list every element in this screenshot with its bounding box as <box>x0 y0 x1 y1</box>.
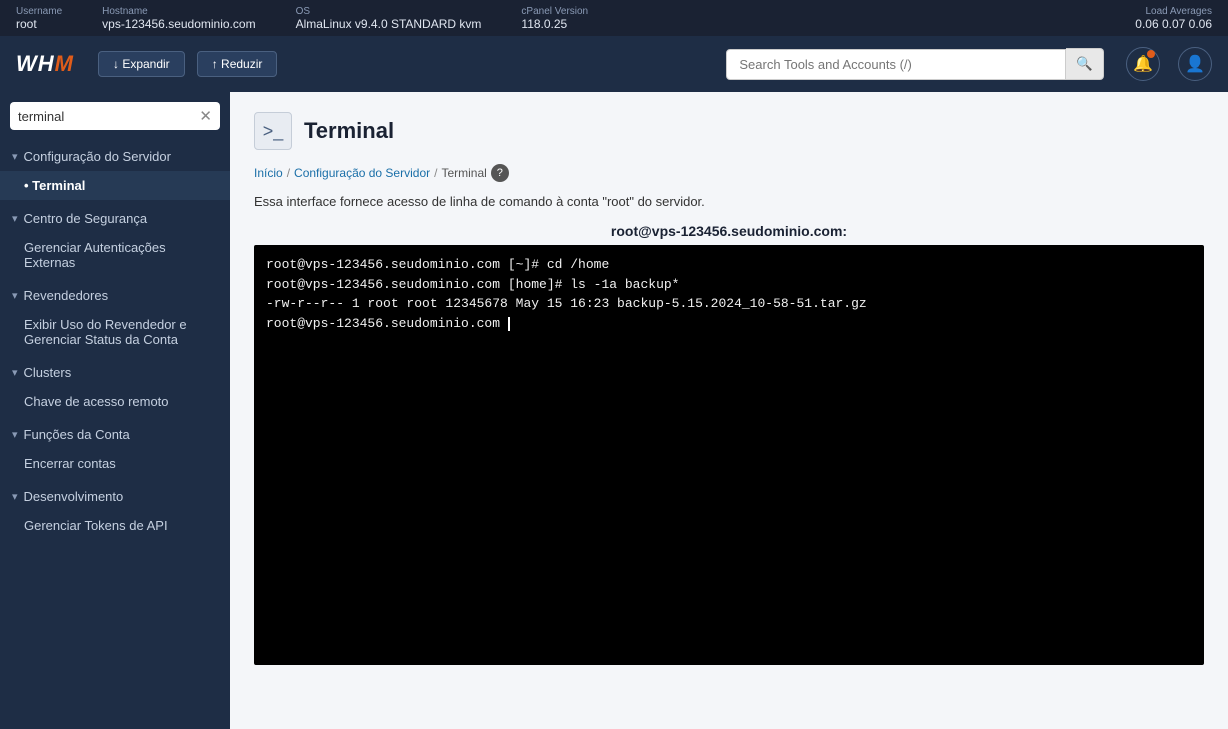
sidebar-group-label-server-config: Configuração do Servidor <box>24 149 171 164</box>
sidebar-group-header-development[interactable]: ▾ Desenvolvimento <box>0 482 230 511</box>
sidebar-group-label-security: Centro de Segurança <box>24 211 148 226</box>
top-bar-load: Load Averages 0.06 0.07 0.06 <box>1135 6 1212 31</box>
user-menu-button[interactable]: 👤 <box>1178 47 1212 81</box>
sidebar-group-label-clusters: Clusters <box>24 365 72 380</box>
sidebar-item-manage-auth[interactable]: Gerenciar Autenticações Externas <box>0 233 230 277</box>
terminal-icon: >_ <box>263 121 284 142</box>
search-icon: 🔍 <box>1076 56 1093 71</box>
breadcrumb-home-link[interactable]: Início <box>254 166 283 180</box>
hostname-label: Hostname <box>102 6 255 17</box>
sidebar-group-header-server-config[interactable]: ▾ Configuração do Servidor <box>0 142 230 171</box>
page-header: >_ Terminal <box>254 112 1204 150</box>
chevron-down-icon: ▾ <box>12 212 18 225</box>
chevron-down-icon: ▾ <box>12 289 18 302</box>
sidebar-group-header-clusters[interactable]: ▾ Clusters <box>0 358 230 387</box>
username-value: root <box>16 17 62 31</box>
chevron-down-icon: ▾ <box>12 428 18 441</box>
load-values: 0.06 0.07 0.06 <box>1135 17 1212 31</box>
page-title: Terminal <box>304 118 394 144</box>
page-description: Essa interface fornece acesso de linha d… <box>254 194 1204 209</box>
sidebar-group-account-functions: ▾ Funções da Conta Encerrar contas <box>0 420 230 478</box>
breadcrumb-sep1: / <box>287 166 290 180</box>
sidebar-group-security: ▾ Centro de Segurança Gerenciar Autentic… <box>0 204 230 277</box>
search-input[interactable] <box>726 49 1066 80</box>
sidebar-search-bar: ✕ <box>10 102 220 130</box>
breadcrumb-sep2: / <box>434 166 437 180</box>
breadcrumb-current: Terminal <box>441 166 486 180</box>
expand-button[interactable]: ↓ Expandir <box>98 51 185 77</box>
sidebar-search-clear-button[interactable]: ✕ <box>199 107 212 125</box>
sidebar-item-api-tokens[interactable]: Gerenciar Tokens de API <box>0 511 230 540</box>
cpanel-value: 118.0.25 <box>521 17 588 31</box>
load-label: Load Averages <box>1145 6 1212 17</box>
sidebar-group-label-resellers: Revendedores <box>24 288 109 303</box>
breadcrumb-server-link[interactable]: Configuração do Servidor <box>294 166 430 180</box>
sidebar-group-server-config: ▾ Configuração do Servidor Terminal <box>0 142 230 200</box>
header: WHM ↓ Expandir ↑ Reduzir 🔍 🔔 👤 <box>0 36 1228 92</box>
sidebar-search-input[interactable] <box>18 109 199 124</box>
chevron-down-icon: ▾ <box>12 150 18 163</box>
sidebar-item-remote-access-key[interactable]: Chave de acesso remoto <box>0 387 230 416</box>
sidebar-group-header-account-functions[interactable]: ▾ Funções da Conta <box>0 420 230 449</box>
sidebar-group-development: ▾ Desenvolvimento Gerenciar Tokens de AP… <box>0 482 230 540</box>
sidebar-item-terminate-accounts[interactable]: Encerrar contas <box>0 449 230 478</box>
top-bar: Username root Hostname vps-123456.seudom… <box>0 0 1228 36</box>
sidebar: ✕ ▾ Configuração do Servidor Terminal ▾ … <box>0 92 230 729</box>
search-button[interactable]: 🔍 <box>1066 48 1104 80</box>
main-content: >_ Terminal Início / Configuração do Ser… <box>230 92 1228 729</box>
help-icon[interactable]: ? <box>491 164 509 182</box>
top-bar-os: OS AlmaLinux v9.4.0 STANDARD kvm <box>296 6 482 31</box>
chevron-down-icon: ▾ <box>12 490 18 503</box>
notifications-bell[interactable]: 🔔 <box>1126 47 1160 81</box>
sidebar-group-header-security[interactable]: ▾ Centro de Segurança <box>0 204 230 233</box>
sidebar-group-label-account-functions: Funções da Conta <box>24 427 130 442</box>
os-label: OS <box>296 6 482 17</box>
reduce-button[interactable]: ↑ Reduzir <box>197 51 278 77</box>
cpanel-label: cPanel Version <box>521 6 588 17</box>
terminal-window[interactable]: root@vps-123456.seudominio.com [~]# cd /… <box>254 245 1204 665</box>
sidebar-item-reseller-usage[interactable]: Exibir Uso do Revendedor e Gerenciar Sta… <box>0 310 230 354</box>
hostname-value: vps-123456.seudominio.com <box>102 17 255 31</box>
chevron-down-icon: ▾ <box>12 366 18 379</box>
os-value: AlmaLinux v9.4.0 STANDARD kvm <box>296 17 482 31</box>
search-container: 🔍 <box>726 48 1104 80</box>
terminal-page-icon: >_ <box>254 112 292 150</box>
breadcrumb: Início / Configuração do Servidor / Term… <box>254 164 1204 182</box>
sidebar-group-header-resellers[interactable]: ▾ Revendedores <box>0 281 230 310</box>
notification-dot <box>1147 50 1155 58</box>
sidebar-group-clusters: ▾ Clusters Chave de acesso remoto <box>0 358 230 416</box>
whm-logo: WHM <box>16 51 74 77</box>
sidebar-item-terminal[interactable]: Terminal <box>0 171 230 200</box>
top-bar-cpanel: cPanel Version 118.0.25 <box>521 6 588 31</box>
main-layout: ✕ ▾ Configuração do Servidor Terminal ▾ … <box>0 92 1228 729</box>
username-label: Username <box>16 6 62 17</box>
terminal-title: root@vps-123456.seudominio.com: <box>254 223 1204 239</box>
top-bar-username: Username root <box>16 6 62 31</box>
sidebar-group-resellers: ▾ Revendedores Exibir Uso do Revendedor … <box>0 281 230 354</box>
sidebar-group-label-development: Desenvolvimento <box>24 489 124 504</box>
top-bar-hostname: Hostname vps-123456.seudominio.com <box>102 6 255 31</box>
